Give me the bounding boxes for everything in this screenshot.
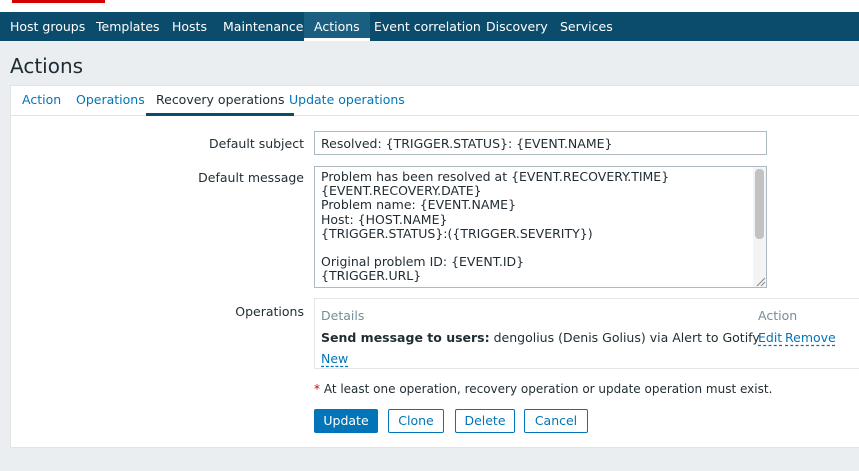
operations-label: Operations [235, 304, 304, 319]
required-operation-warning: * At least one operation, recovery opera… [314, 382, 772, 396]
remove-operation-link[interactable]: Remove [785, 330, 836, 345]
operation-description: dengolius (Denis Golius) via Alert to Go… [489, 330, 760, 345]
default-subject-label: Default subject [209, 136, 304, 151]
resize-grip-icon[interactable] [754, 275, 766, 287]
operations-column-details: Details [321, 308, 365, 323]
cancel-button[interactable]: Cancel [524, 409, 588, 433]
page-title: Actions [10, 54, 84, 78]
clone-button[interactable]: Clone [388, 409, 444, 433]
default-subject-input[interactable] [314, 131, 767, 155]
nav-item-event-correlation[interactable]: Event correlation [364, 12, 491, 41]
warning-text: At least one operation, recovery operati… [320, 382, 773, 396]
action-form-panel: Action Operations Recovery operations Up… [10, 85, 859, 448]
nav-item-discovery[interactable]: Discovery [476, 12, 558, 41]
tab-update-operations[interactable]: Update operations [279, 86, 415, 116]
operations-column-action: Action [758, 308, 798, 323]
tab-recovery-operations[interactable]: Recovery operations [146, 86, 295, 116]
edit-operation-link[interactable]: Edit [758, 330, 782, 345]
nav-item-actions[interactable]: Actions [304, 12, 370, 41]
form-tabs: Action Operations Recovery operations Up… [11, 86, 859, 116]
operation-type: Send message to users: [321, 330, 490, 345]
delete-button[interactable]: Delete [455, 409, 515, 433]
operations-table: Details Action Send message to users: de… [314, 298, 859, 369]
default-message-textarea[interactable]: Problem has been resolved at {EVENT.RECO… [314, 166, 767, 288]
tab-action[interactable]: Action [12, 86, 71, 116]
top-strip [0, 0, 859, 12]
default-message-label: Default message [198, 170, 304, 185]
nav-item-hosts[interactable]: Hosts [162, 12, 217, 41]
operation-row: Send message to users: dengolius (Denis … [321, 330, 760, 345]
nav-item-services[interactable]: Services [550, 12, 623, 41]
nav-item-maintenance[interactable]: Maintenance [213, 12, 314, 41]
message-scrollbar[interactable] [753, 167, 766, 287]
update-button[interactable]: Update [314, 409, 378, 433]
default-message-text[interactable]: Problem has been resolved at {EVENT.RECO… [321, 169, 669, 284]
nav-item-host-groups[interactable]: Host groups [0, 12, 95, 41]
nav-item-templates[interactable]: Templates [86, 12, 170, 41]
new-operation-link[interactable]: New [321, 351, 348, 366]
logo-mark [12, 0, 105, 3]
tab-operations[interactable]: Operations [66, 86, 155, 116]
message-scrollbar-thumb[interactable] [755, 169, 764, 239]
main-navigation: Host groups Templates Hosts Maintenance … [0, 12, 859, 41]
